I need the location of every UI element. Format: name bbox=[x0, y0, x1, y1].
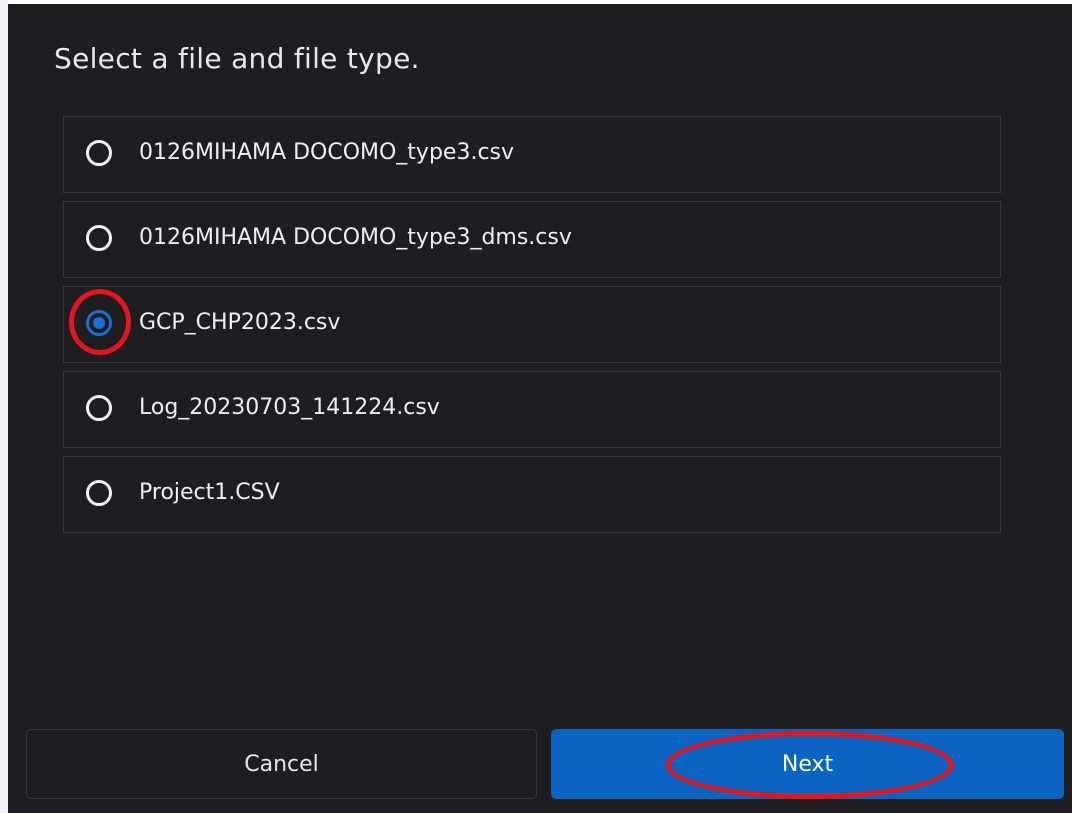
background-edge bbox=[0, 0, 8, 813]
file-name-label: GCP_CHP2023.csv bbox=[139, 310, 341, 335]
cancel-button-label: Cancel bbox=[244, 751, 319, 777]
file-option[interactable]: Project1.CSV bbox=[63, 456, 1001, 533]
file-option[interactable]: 0126MIHAMA DOCOMO_type3_dms.csv bbox=[63, 201, 1001, 278]
next-button[interactable]: Next bbox=[551, 729, 1064, 799]
file-option[interactable]: Log_20230703_141224.csv bbox=[63, 371, 1001, 448]
file-list: 0126MIHAMA DOCOMO_type3.csv 0126MIHAMA D… bbox=[63, 116, 1001, 541]
next-button-label: Next bbox=[781, 751, 834, 777]
file-name-label: Project1.CSV bbox=[139, 480, 280, 505]
file-name-label: 0126MIHAMA DOCOMO_type3_dms.csv bbox=[139, 225, 572, 250]
radio-button[interactable] bbox=[86, 140, 112, 166]
file-option[interactable]: 0126MIHAMA DOCOMO_type3.csv bbox=[63, 116, 1001, 193]
cancel-button[interactable]: Cancel bbox=[26, 729, 537, 799]
radio-dot-icon bbox=[93, 317, 105, 329]
file-select-dialog: Select a file and file type. 0126MIHAMA … bbox=[8, 4, 1072, 813]
radio-button[interactable] bbox=[86, 480, 112, 506]
file-option[interactable]: GCP_CHP2023.csv bbox=[63, 286, 1001, 363]
radio-button[interactable] bbox=[86, 395, 112, 421]
radio-button[interactable] bbox=[86, 310, 112, 336]
file-name-label: 0126MIHAMA DOCOMO_type3.csv bbox=[139, 140, 515, 165]
dialog-title: Select a file and file type. bbox=[54, 42, 420, 75]
radio-button[interactable] bbox=[86, 225, 112, 251]
file-name-label: Log_20230703_141224.csv bbox=[139, 395, 440, 420]
